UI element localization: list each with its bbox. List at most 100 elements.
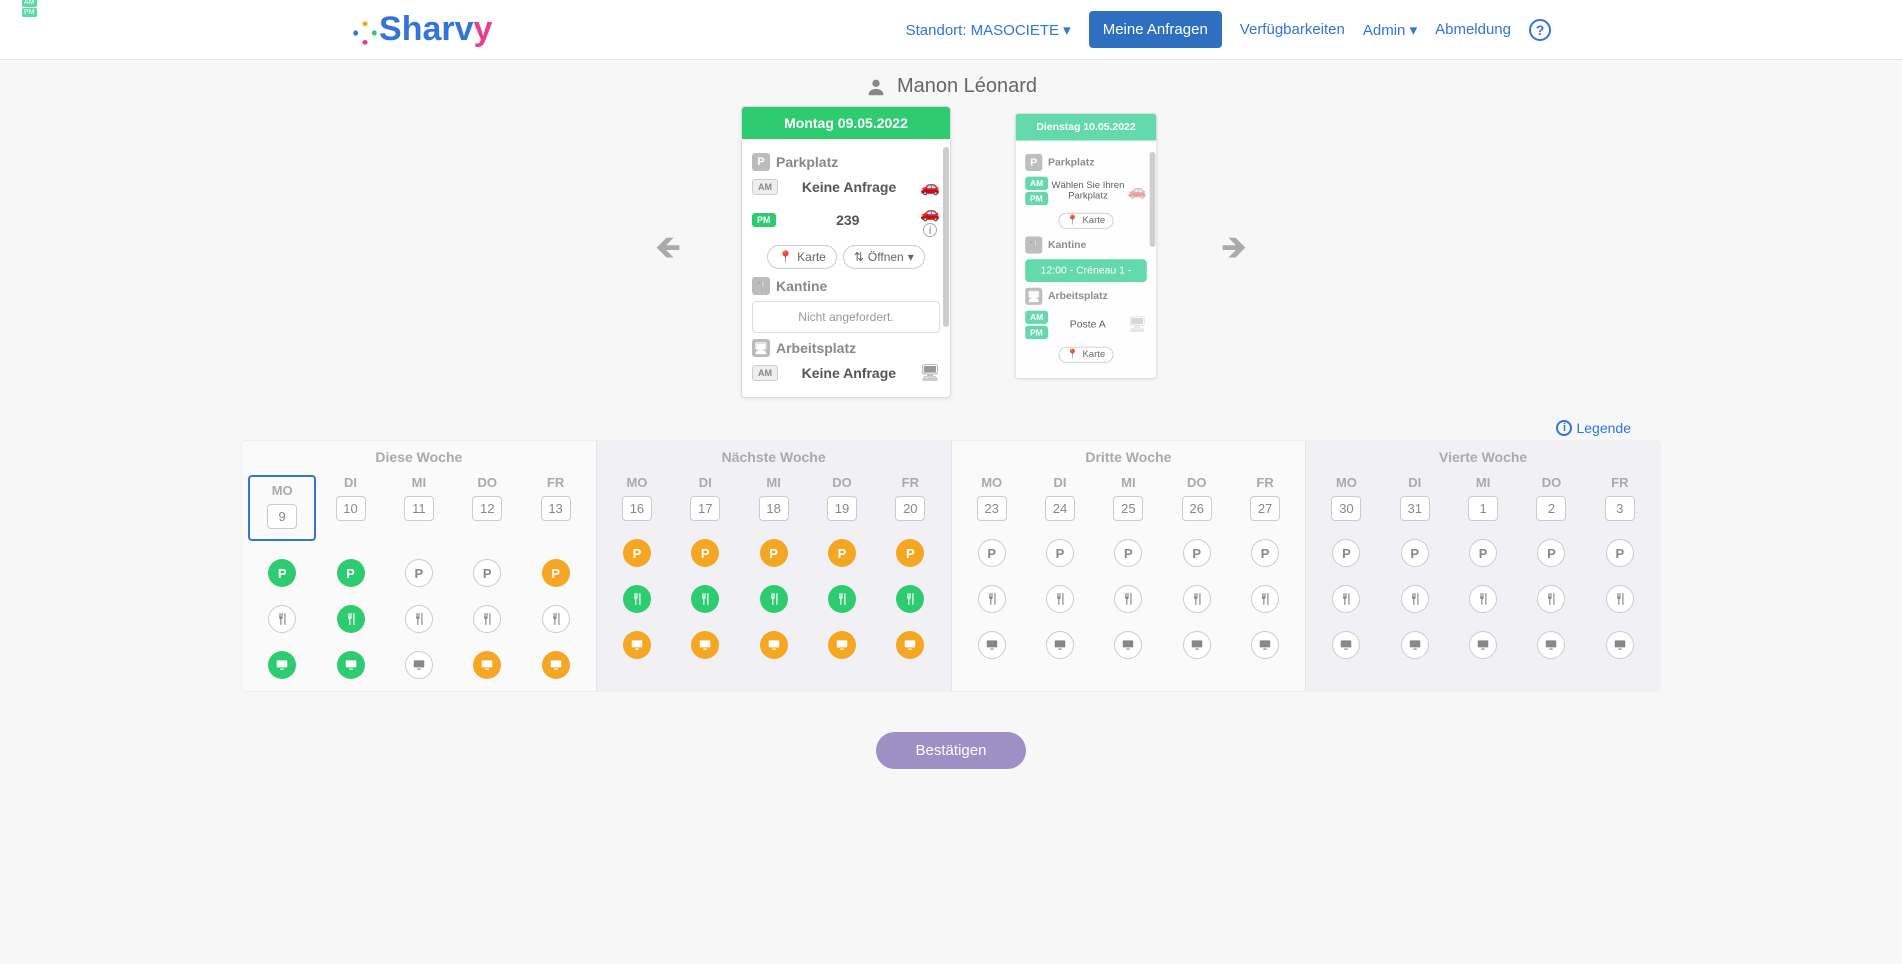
parking-status-icon[interactable]: P: [405, 559, 433, 587]
cantine-status-icon[interactable]: [1537, 585, 1565, 613]
day-cell[interactable]: MI11: [385, 475, 453, 541]
prev-arrow-icon[interactable]: 🡸: [655, 225, 681, 279]
workspace-status-icon[interactable]: [1606, 631, 1634, 659]
cantine-status-icon[interactable]: [1046, 585, 1074, 613]
workspace-status-icon[interactable]: [896, 631, 924, 659]
confirm-button[interactable]: Bestätigen: [876, 732, 1027, 769]
day-cell[interactable]: FR3: [1586, 475, 1654, 521]
day-cell[interactable]: DO12: [453, 475, 521, 541]
next-day-card[interactable]: Dienstag 10.05.2022 P Parkplatz AM PM Wä…: [1015, 113, 1158, 379]
workspace-status-icon[interactable]: [1183, 631, 1211, 659]
workspace-status-icon[interactable]: [760, 631, 788, 659]
cantine-status-icon[interactable]: [1332, 585, 1360, 613]
parking-status-icon[interactable]: P: [978, 539, 1006, 567]
map-button[interactable]: 📍Karte: [767, 245, 837, 269]
cantine-status-icon[interactable]: [542, 605, 570, 633]
cantine-status-icon[interactable]: [1114, 585, 1142, 613]
cantine-status-icon[interactable]: [623, 585, 651, 613]
workspace-status-icon[interactable]: [691, 631, 719, 659]
day-cell[interactable]: DO19: [808, 475, 876, 521]
parking-status-icon[interactable]: P: [1332, 539, 1360, 567]
workspace-status-icon[interactable]: [1401, 631, 1429, 659]
workspace-status-icon[interactable]: [1332, 631, 1360, 659]
workspace-status-icon[interactable]: [1046, 631, 1074, 659]
cantine-status-icon[interactable]: [1183, 585, 1211, 613]
nav-my-requests[interactable]: Meine Anfragen: [1089, 11, 1222, 48]
day-cell[interactable]: DI31: [1381, 475, 1449, 521]
parking-status-icon[interactable]: P: [896, 539, 924, 567]
day-cell[interactable]: DO2: [1517, 475, 1585, 521]
workspace-status-icon[interactable]: [1469, 631, 1497, 659]
cantine-status-icon[interactable]: [760, 585, 788, 613]
day-cell[interactable]: FR13: [521, 475, 589, 541]
workspace-status-icon[interactable]: [623, 631, 651, 659]
cantine-status[interactable]: Nicht angefordert.: [752, 301, 940, 333]
help-icon[interactable]: ?: [1529, 19, 1551, 41]
parking-status-icon[interactable]: P: [1606, 539, 1634, 567]
cantine-status-icon[interactable]: [1606, 585, 1634, 613]
parking-status-icon[interactable]: P: [542, 559, 570, 587]
info-icon[interactable]: i: [923, 223, 937, 237]
next-arrow-icon[interactable]: 🡺: [1221, 225, 1247, 279]
cantine-status-icon[interactable]: [473, 605, 501, 633]
am-badge[interactable]: AM: [752, 179, 778, 195]
day-cell[interactable]: MI18: [739, 475, 807, 521]
parking-status-icon[interactable]: P: [1114, 539, 1142, 567]
day-cell[interactable]: DI24: [1026, 475, 1094, 521]
parking-status-icon[interactable]: P: [623, 539, 651, 567]
scrollbar[interactable]: [1150, 152, 1156, 247]
workspace-status-icon[interactable]: [405, 651, 433, 679]
cantine-status-icon[interactable]: [896, 585, 924, 613]
cantine-status-icon[interactable]: [1401, 585, 1429, 613]
logo[interactable]: Sharvy: [351, 10, 492, 49]
parking-status-icon[interactable]: P: [760, 539, 788, 567]
day-cell[interactable]: MI25: [1094, 475, 1162, 521]
workspace-status-icon[interactable]: [542, 651, 570, 679]
cantine-status-icon[interactable]: [828, 585, 856, 613]
nav-availability[interactable]: Verfügbarkeiten: [1240, 21, 1345, 38]
workspace-status-icon[interactable]: [337, 651, 365, 679]
parking-status-icon[interactable]: P: [1251, 539, 1279, 567]
cantine-status-icon[interactable]: [268, 605, 296, 633]
workspace-status-icon[interactable]: [268, 651, 296, 679]
parking-status-icon[interactable]: P: [1469, 539, 1497, 567]
cantine-status-icon[interactable]: [1251, 585, 1279, 613]
cantine-status-icon[interactable]: [1469, 585, 1497, 613]
day-cell[interactable]: DI17: [671, 475, 739, 521]
parking-status-icon[interactable]: P: [1046, 539, 1074, 567]
workspace-status-icon[interactable]: [828, 631, 856, 659]
map-button[interactable]: 📍Karte: [1058, 347, 1113, 363]
cantine-status-icon[interactable]: [978, 585, 1006, 613]
parking-status-icon[interactable]: P: [337, 559, 365, 587]
parking-status-icon[interactable]: P: [268, 559, 296, 587]
map-button[interactable]: 📍Karte: [1058, 213, 1113, 229]
workspace-status-icon[interactable]: [978, 631, 1006, 659]
nav-logout[interactable]: Abmeldung: [1435, 21, 1511, 38]
workspace-status-icon[interactable]: [1251, 631, 1279, 659]
parking-status-icon[interactable]: P: [473, 559, 501, 587]
am-badge-work[interactable]: AM: [752, 365, 778, 381]
day-cell[interactable]: MO30: [1312, 475, 1380, 521]
workspace-status-icon[interactable]: [1114, 631, 1142, 659]
parking-status-icon[interactable]: P: [691, 539, 719, 567]
workspace-status-icon[interactable]: [473, 651, 501, 679]
cantine-status-icon[interactable]: [405, 605, 433, 633]
nav-location[interactable]: Standort: MASOCIETE ▾: [906, 21, 1071, 39]
cantine-status-icon[interactable]: [337, 605, 365, 633]
day-cell[interactable]: DI10: [316, 475, 384, 541]
parking-status-icon[interactable]: P: [1401, 539, 1429, 567]
day-cell[interactable]: FR20: [876, 475, 944, 521]
scrollbar[interactable]: [943, 147, 949, 327]
parking-status-icon[interactable]: P: [1183, 539, 1211, 567]
workspace-status-icon[interactable]: [1537, 631, 1565, 659]
day-cell[interactable]: FR27: [1231, 475, 1299, 521]
open-button[interactable]: ⇅Öffnen▾: [843, 245, 925, 269]
cantine-status-icon[interactable]: [691, 585, 719, 613]
nav-admin[interactable]: Admin ▾: [1363, 21, 1417, 39]
day-cell[interactable]: MO9: [248, 475, 316, 541]
legend-link[interactable]: iLegende: [1556, 420, 1631, 436]
day-cell[interactable]: MI1: [1449, 475, 1517, 521]
day-cell[interactable]: MO16: [603, 475, 671, 521]
day-cell[interactable]: MO23: [958, 475, 1026, 521]
parking-status-icon[interactable]: P: [1537, 539, 1565, 567]
